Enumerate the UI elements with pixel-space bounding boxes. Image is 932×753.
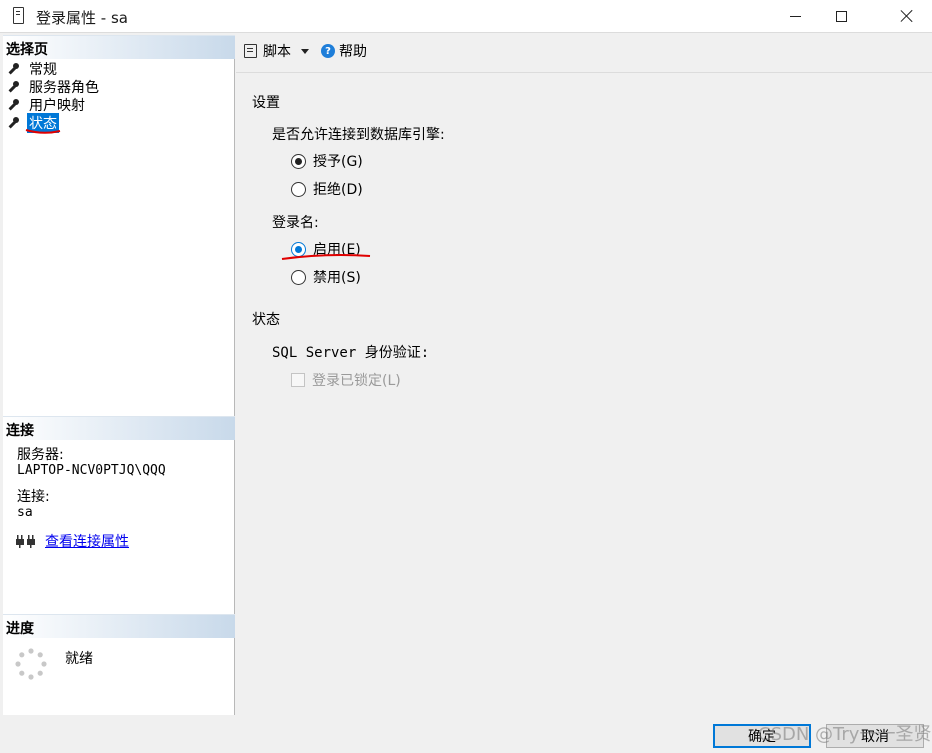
progress-status: 就绪: [65, 651, 93, 667]
page-item-label: 服务器角色: [29, 80, 99, 96]
progress-header: 进度: [3, 614, 235, 638]
wrench-icon: [7, 81, 19, 93]
script-label: 脚本: [263, 44, 291, 60]
permission-question: 是否允许连接到数据库引擎:: [272, 127, 445, 143]
close-icon: [900, 9, 914, 23]
page-item-label: 用户映射: [29, 98, 85, 114]
chevron-down-icon[interactable]: [301, 48, 309, 54]
server-value: LAPTOP-NCV0PTJQ\QQQ: [17, 463, 166, 478]
title-bar: 登录属性 - sa: [0, 0, 932, 33]
sql-auth-label: SQL Server 身份验证:: [272, 345, 430, 361]
login-locked-label: 登录已锁定(L): [312, 373, 401, 389]
connection-info: 服务器: LAPTOP-NCV0PTJQ\QQQ 连接: sa: [17, 447, 166, 521]
settings-section-title: 设置: [252, 95, 280, 111]
connection-value: sa: [17, 505, 33, 520]
left-pane: 选择页 常规 服务器角色 用户映射 状态 连接 服务器: LAPTOP-NCV0…: [3, 35, 235, 715]
status-page-content: 设置 是否允许连接到数据库引擎: 授予(G) 拒绝(D) 登录名: 启用(E) …: [236, 74, 932, 719]
select-page-header: 选择页: [3, 35, 235, 59]
close-button[interactable]: [884, 0, 930, 32]
login-label: 登录名:: [272, 215, 319, 231]
toolbar: 脚本 ? 帮助: [236, 35, 932, 73]
login-locked-checkbox[interactable]: 登录已锁定(L): [291, 370, 401, 390]
help-icon: ?: [321, 44, 335, 58]
grant-label: 授予(G): [313, 154, 363, 170]
red-annotation-underline: [25, 129, 61, 134]
page-item-general[interactable]: 常规: [7, 60, 101, 78]
wrench-icon: [7, 63, 19, 75]
deny-label: 拒绝(D): [313, 182, 363, 198]
script-button[interactable]: 脚本: [244, 41, 309, 61]
grant-radio[interactable]: 授予(G): [291, 151, 363, 171]
server-label: 服务器:: [17, 447, 64, 463]
page-list: 常规 服务器角色 用户映射 状态: [7, 60, 101, 133]
window-title: 登录属性 - sa: [36, 9, 128, 27]
checkbox-box[interactable]: [291, 373, 305, 387]
page-item-label: 常规: [29, 62, 57, 78]
minimize-icon: [789, 15, 801, 17]
page-item-user-mapping[interactable]: 用户映射: [7, 96, 101, 114]
disable-radio[interactable]: 禁用(S): [291, 267, 361, 287]
radio-circle[interactable]: [291, 269, 306, 285]
cancel-button[interactable]: 取消: [826, 724, 924, 748]
wrench-icon: [7, 117, 19, 129]
connection-plug-icon: [16, 535, 35, 548]
script-icon: [244, 44, 257, 58]
deny-radio[interactable]: 拒绝(D): [291, 179, 363, 199]
ok-button[interactable]: 确定: [713, 724, 811, 748]
document-icon: [13, 7, 24, 24]
maximize-button[interactable]: [818, 0, 864, 32]
progress-spinner-icon: [15, 648, 47, 680]
help-label: 帮助: [339, 44, 367, 60]
radio-circle[interactable]: [291, 181, 306, 197]
connection-label: 连接:: [17, 489, 50, 505]
help-button[interactable]: ? 帮助: [321, 41, 367, 61]
view-connection-properties-link[interactable]: 查看连接属性: [45, 531, 129, 551]
red-annotation-underline: [281, 254, 371, 260]
wrench-icon: [7, 99, 19, 111]
maximize-icon: [835, 10, 847, 22]
disable-label: 禁用(S): [313, 270, 361, 286]
status-section-title: 状态: [252, 312, 280, 328]
view-connection-properties[interactable]: 查看连接属性: [15, 531, 129, 551]
page-item-server-roles[interactable]: 服务器角色: [7, 78, 101, 96]
minimize-button[interactable]: [772, 0, 818, 32]
radio-circle[interactable]: [291, 153, 306, 169]
connection-header: 连接: [3, 416, 235, 440]
